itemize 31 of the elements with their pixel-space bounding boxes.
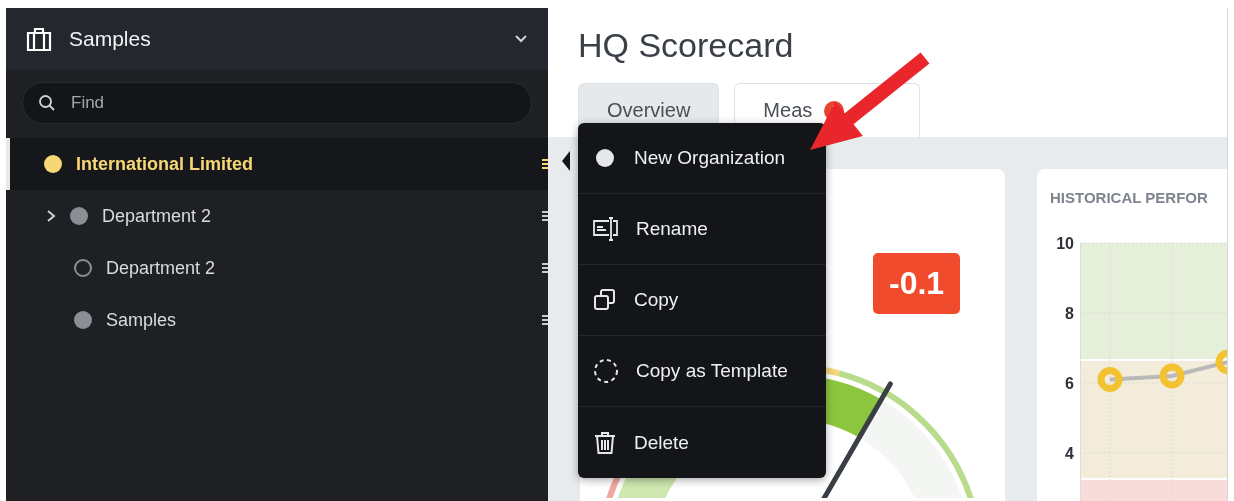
tree-item-label: Department 2	[102, 205, 213, 227]
sidebar-title: Samples	[69, 27, 152, 51]
dashed-circle-icon	[592, 357, 620, 385]
menu-item[interactable]: Rename	[578, 194, 826, 265]
chevron-icon[interactable]	[46, 209, 56, 223]
briefcase-icon	[26, 26, 52, 52]
score-badge: -0.1	[873, 253, 961, 314]
chevron-down-icon[interactable]	[514, 34, 528, 44]
menu-item[interactable]: Delete	[578, 407, 826, 478]
rename-icon	[592, 215, 620, 243]
search-icon	[38, 94, 56, 112]
data-point	[1097, 367, 1123, 392]
y-tick-label: 4	[1065, 445, 1074, 462]
search-field[interactable]: Find	[22, 82, 532, 124]
tree-item-label: Samples	[106, 309, 178, 331]
copy-icon	[592, 287, 618, 313]
data-point	[1159, 363, 1185, 389]
y-tick-label: 10	[1056, 235, 1074, 252]
y-tick-label: 6	[1065, 375, 1074, 392]
chart-title: HISTORICAL PERFOR	[1050, 189, 1209, 206]
tree-item[interactable]: International Limited	[6, 138, 548, 190]
y-tick-label: 8	[1065, 305, 1074, 322]
menu-pointer	[562, 151, 570, 171]
page-title: HQ Scorecard	[578, 26, 795, 65]
tree-item-label: Department 2	[106, 257, 217, 279]
data-point	[1215, 349, 1227, 375]
menu-item[interactable]: Copy as Template	[578, 336, 826, 407]
menu-item[interactable]: Copy	[578, 265, 826, 336]
tree-item-label: International Limited	[76, 153, 254, 175]
trash-icon	[592, 429, 618, 456]
selection-bar	[6, 138, 10, 190]
